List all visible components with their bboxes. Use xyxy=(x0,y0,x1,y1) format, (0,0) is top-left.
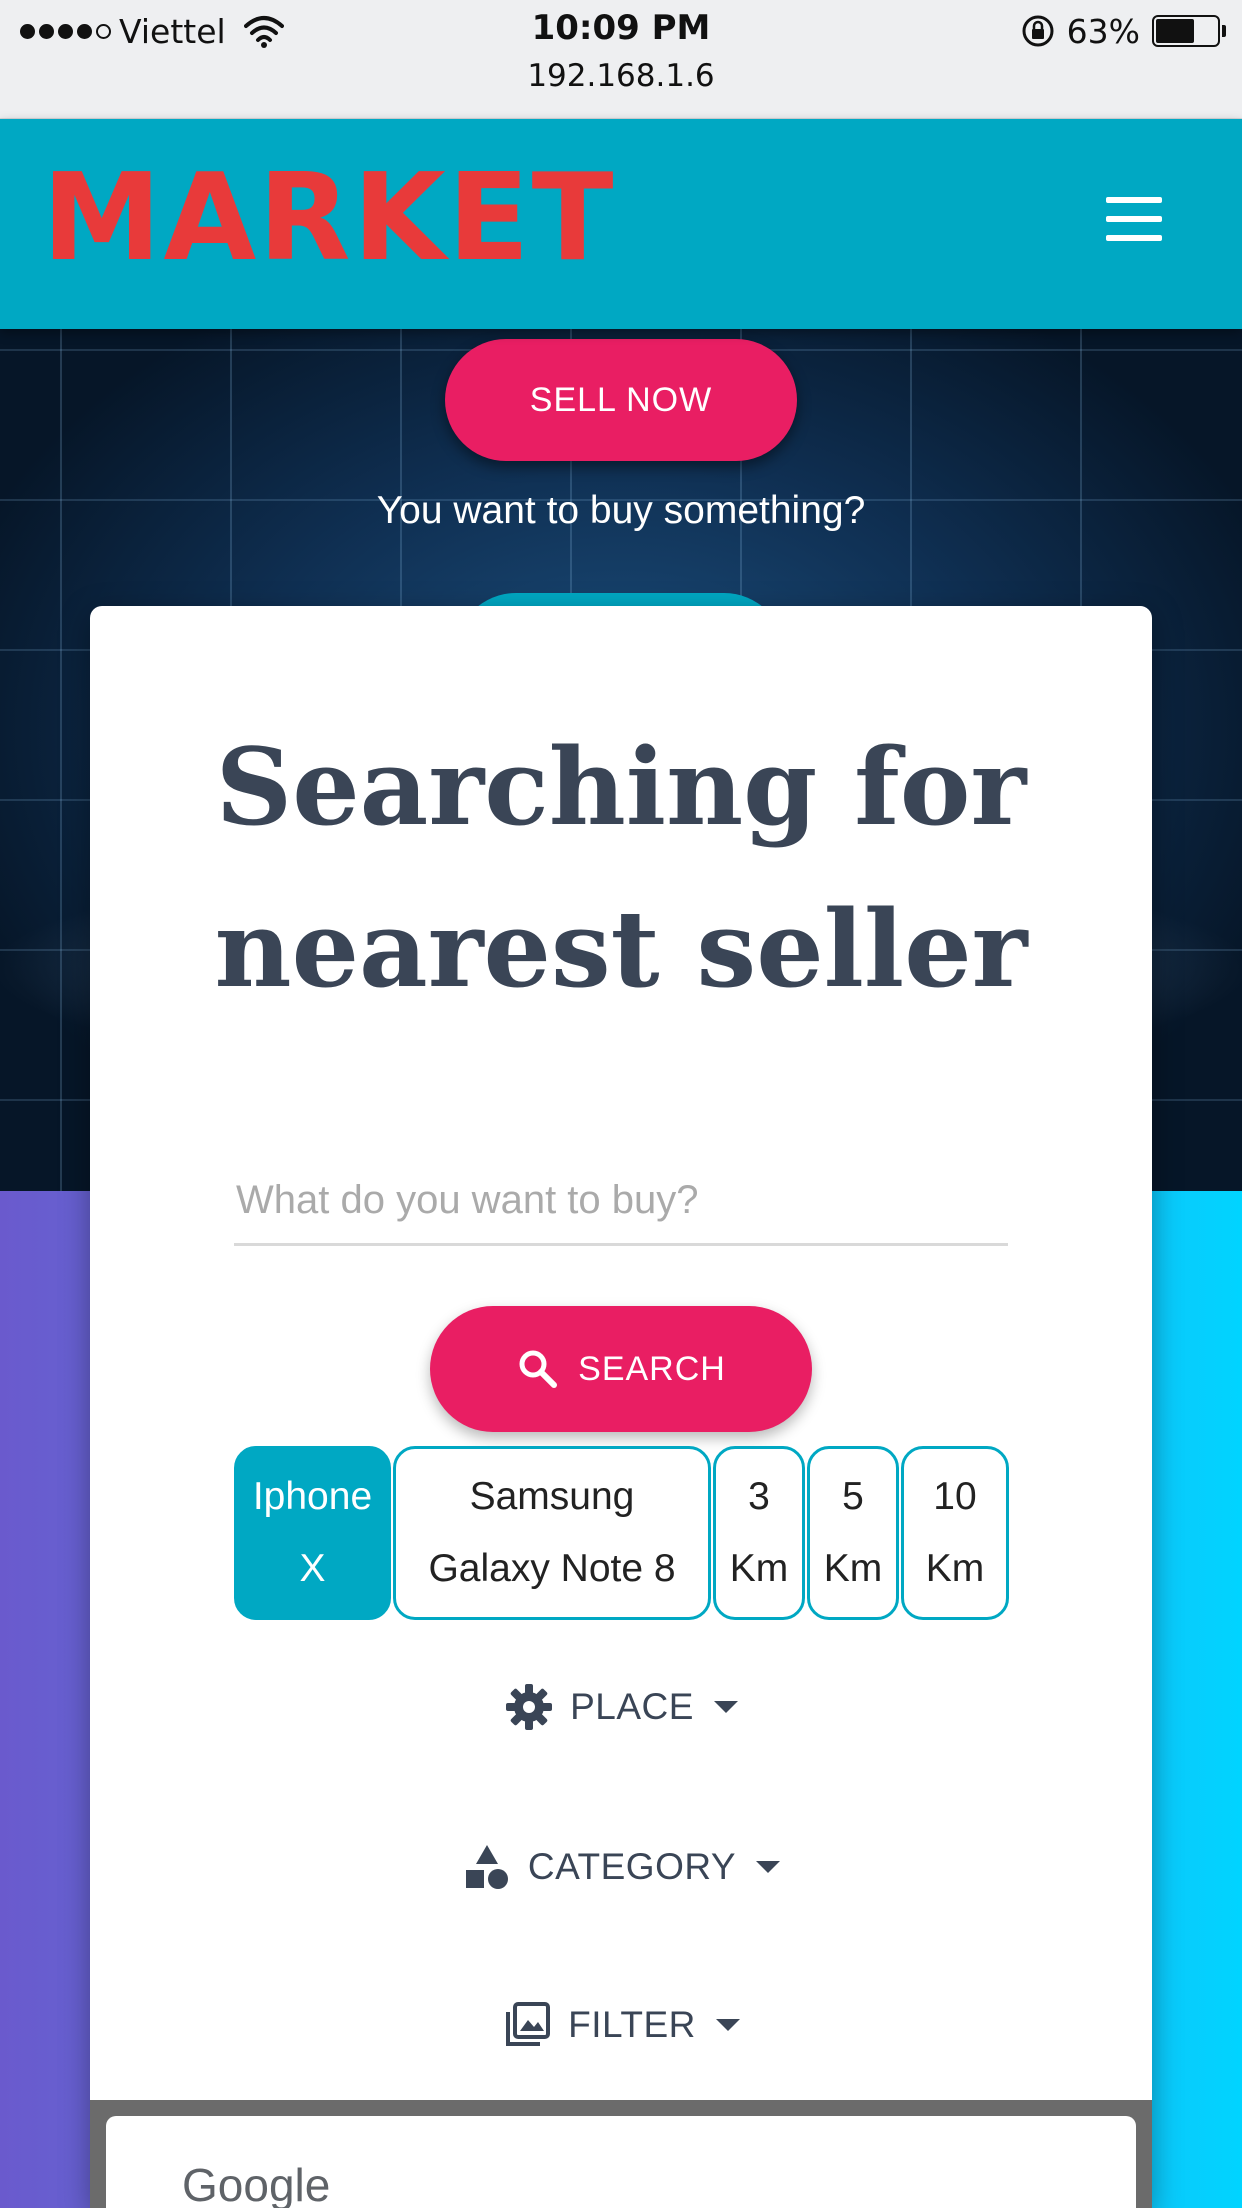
category-dropdown[interactable]: CATEGORY xyxy=(90,1832,1152,1902)
hero-prompt: You want to buy something? xyxy=(376,489,866,532)
battery-icon xyxy=(1152,15,1226,47)
chip-label: Iphone xyxy=(252,1475,373,1518)
google-logo: Google xyxy=(182,2159,331,2208)
caret-down-icon xyxy=(713,1701,738,1713)
shapes-icon xyxy=(465,1845,508,1889)
category-dropdown-label: CATEGORY xyxy=(527,1846,737,1887)
quick-filter-chips: Iphone X Samsung Galaxy Note 8 3 Km 5 Km 10 K… xyxy=(234,1446,1009,1620)
chip-iphone-x[interactable]: Iphone X xyxy=(234,1446,391,1620)
chip-label: X xyxy=(299,1547,326,1590)
title-line-1: Searching for xyxy=(215,724,1027,849)
status-right: 63% xyxy=(1021,10,1226,52)
page-title: Searching for nearest seller xyxy=(90,706,1152,1030)
status-bar: Viettel 10:09 PM 192.168.1.6 63% xyxy=(0,0,1242,119)
hamburger-menu-icon[interactable] xyxy=(1106,197,1162,241)
photo-library-icon xyxy=(506,2002,551,2046)
chip-label: 5 xyxy=(842,1475,864,1518)
chip-label: Samsung xyxy=(469,1475,635,1518)
map-panel: Google xyxy=(106,2116,1136,2208)
market-logo[interactable]: MARKET xyxy=(42,159,616,279)
battery-percent: 63% xyxy=(1066,11,1140,51)
search-button-label: SEARCH xyxy=(578,1349,726,1388)
chip-label: Galaxy Note 8 xyxy=(428,1547,676,1590)
search-input[interactable] xyxy=(234,1158,1008,1246)
place-dropdown-label: PLACE xyxy=(570,1686,694,1727)
caret-down-icon xyxy=(756,1861,781,1873)
filter-dropdown[interactable]: FILTER xyxy=(90,1990,1152,2060)
chip-label: Km xyxy=(925,1547,985,1590)
map-container[interactable]: Google xyxy=(90,2100,1152,2208)
app-header: MARKET xyxy=(0,119,1242,329)
chip-label: Km xyxy=(729,1547,789,1590)
chip-label: 10 xyxy=(933,1475,977,1518)
caret-down-icon xyxy=(715,2019,740,2031)
chip-samsung-galaxy-note-8[interactable]: Samsung Galaxy Note 8 xyxy=(393,1446,711,1620)
search-button[interactable]: SEARCH xyxy=(430,1306,812,1432)
browser-url[interactable]: 192.168.1.6 xyxy=(0,58,1242,94)
orientation-lock-icon xyxy=(1022,15,1054,47)
chip-label: 3 xyxy=(748,1475,770,1518)
filter-dropdown-label: FILTER xyxy=(568,2004,696,2045)
search-card: Searching for nearest seller SEARCH Ipho… xyxy=(90,606,1152,2208)
chip-label: Km xyxy=(823,1547,883,1590)
gear-icon xyxy=(506,1684,553,1730)
title-line-2: nearest seller xyxy=(214,886,1028,1011)
place-dropdown[interactable]: PLACE xyxy=(90,1672,1152,1742)
chip-10-km[interactable]: 10 Km xyxy=(901,1446,1009,1620)
search-icon xyxy=(519,1350,558,1388)
sell-now-button[interactable]: SELL NOW xyxy=(445,339,797,461)
chip-5-km[interactable]: 5 Km xyxy=(807,1446,899,1620)
chip-3-km[interactable]: 3 Km xyxy=(713,1446,805,1620)
